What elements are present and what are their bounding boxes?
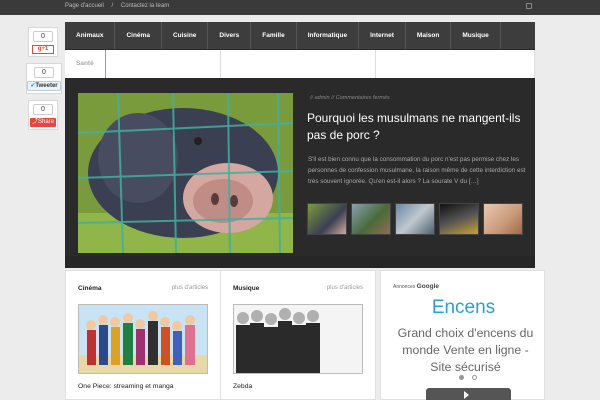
pig-photo (78, 93, 293, 253)
nav-spacer (221, 50, 376, 78)
meta-separator: // (310, 95, 314, 101)
onepiece-image (79, 305, 207, 373)
more-articles-link[interactable]: plus d'articles (172, 285, 208, 291)
nav-item-famille[interactable]: Famille (251, 22, 297, 49)
share-widget: 0 ⤴Share (28, 100, 58, 130)
gplus-count: 0 (33, 31, 53, 42)
top-links: Page d'accueil / Contactez la team (65, 3, 175, 9)
featured-footer (65, 256, 535, 268)
thumbnail-2[interactable] (351, 203, 391, 235)
tweet-label: Tweeter (35, 83, 58, 89)
nav-item-internet[interactable]: Internet (359, 22, 406, 49)
share-label: Share (38, 119, 55, 125)
ad-dot[interactable] (471, 375, 477, 380)
google-ad: Annonces Google Encens Grand choix d'enc… (380, 270, 545, 400)
article-author[interactable]: admin (315, 95, 330, 101)
article-comments: Commentaires fermés (335, 95, 390, 101)
block-header: Cinéma plus d'articles (78, 285, 208, 292)
featured-image-pig[interactable] (78, 93, 293, 253)
nav-spacer (106, 50, 221, 78)
zebda-image (234, 305, 362, 373)
category-block-cinema: Cinéma plus d'articles One Piece: stream… (65, 270, 221, 400)
block-article-title[interactable]: Zebda (233, 383, 252, 390)
nav-item-sante[interactable]: Santé (65, 50, 106, 78)
nav-row-1: Animaux Cinéma Cuisine Divers Famille In… (65, 22, 535, 50)
thumbnail-3[interactable] (395, 203, 435, 235)
top-bar: Page d'accueil / Contactez la team (0, 0, 600, 15)
article-image-onepiece[interactable] (78, 304, 208, 374)
tweet-button[interactable]: ✔Tweeter (27, 81, 61, 91)
gplus-button[interactable]: g+1 (32, 45, 54, 54)
meta-separator: // (331, 95, 335, 101)
thumbnail-5[interactable] (483, 203, 523, 235)
tweet-widget: 0 ✔Tweeter (26, 63, 62, 94)
article-title[interactable]: Pourquoi les musulmans ne mangent-ils pa… (307, 110, 527, 144)
ad-label: Annonces Google (393, 283, 439, 290)
home-link[interactable]: Page d'accueil (65, 3, 104, 9)
share-sidebar: 0 g+1 0 ✔Tweeter 0 ⤴Share (26, 27, 62, 136)
thumbnail-4[interactable] (439, 203, 479, 235)
tweet-count: 0 (34, 67, 54, 78)
ad-label-brand: Google (416, 283, 440, 290)
nav-item-maison[interactable]: Maison (406, 22, 452, 49)
nav-row-2: Santé (65, 50, 535, 78)
ad-pagination (459, 375, 483, 382)
article-excerpt: S'il est bien connu que la consommation … (308, 156, 526, 185)
separator: / (111, 3, 114, 9)
ad-text[interactable]: Grand choix d'encens du monde Vente en l… (393, 325, 538, 376)
ad-label-prefix: Annonces (393, 284, 416, 290)
featured-article: // admin // Commentaires fermés Pourquoi… (65, 78, 535, 268)
block-category[interactable]: Musique (233, 285, 259, 292)
block-category[interactable]: Cinéma (78, 285, 101, 292)
rss-icon[interactable] (526, 3, 532, 9)
share-count: 0 (33, 104, 53, 115)
nav-item-cuisine[interactable]: Cuisine (162, 22, 209, 49)
nav-item-divers[interactable]: Divers (208, 22, 252, 49)
ad-title[interactable]: Encens (381, 297, 546, 319)
nav-item-informatique[interactable]: Informatique (297, 22, 360, 49)
ad-arrow-button[interactable] (426, 388, 511, 400)
nav-item-cinema[interactable]: Cinéma (115, 22, 162, 49)
nav-item-animaux[interactable]: Animaux (65, 22, 116, 49)
article-meta: // admin // Commentaires fermés (310, 95, 390, 101)
article-image-zebda[interactable] (233, 304, 363, 374)
thumbnail-strip (307, 203, 523, 235)
category-block-musique: Musique plus d'articles Zebda (220, 270, 376, 400)
nav-item-musique[interactable]: Musique (451, 22, 501, 49)
ad-dot-active[interactable] (459, 375, 464, 380)
nav-spacer (376, 50, 535, 78)
contact-link[interactable]: Contactez la team (121, 3, 169, 9)
thumbnail-pig[interactable] (307, 203, 347, 235)
share-button[interactable]: ⤴Share (30, 118, 56, 127)
block-article-title[interactable]: One Piece: streaming et manga (78, 383, 174, 390)
block-header: Musique plus d'articles (233, 285, 363, 292)
main-navigation: Animaux Cinéma Cuisine Divers Famille In… (65, 22, 535, 78)
gplus-widget: 0 g+1 (28, 27, 58, 57)
more-articles-link[interactable]: plus d'articles (327, 285, 363, 291)
